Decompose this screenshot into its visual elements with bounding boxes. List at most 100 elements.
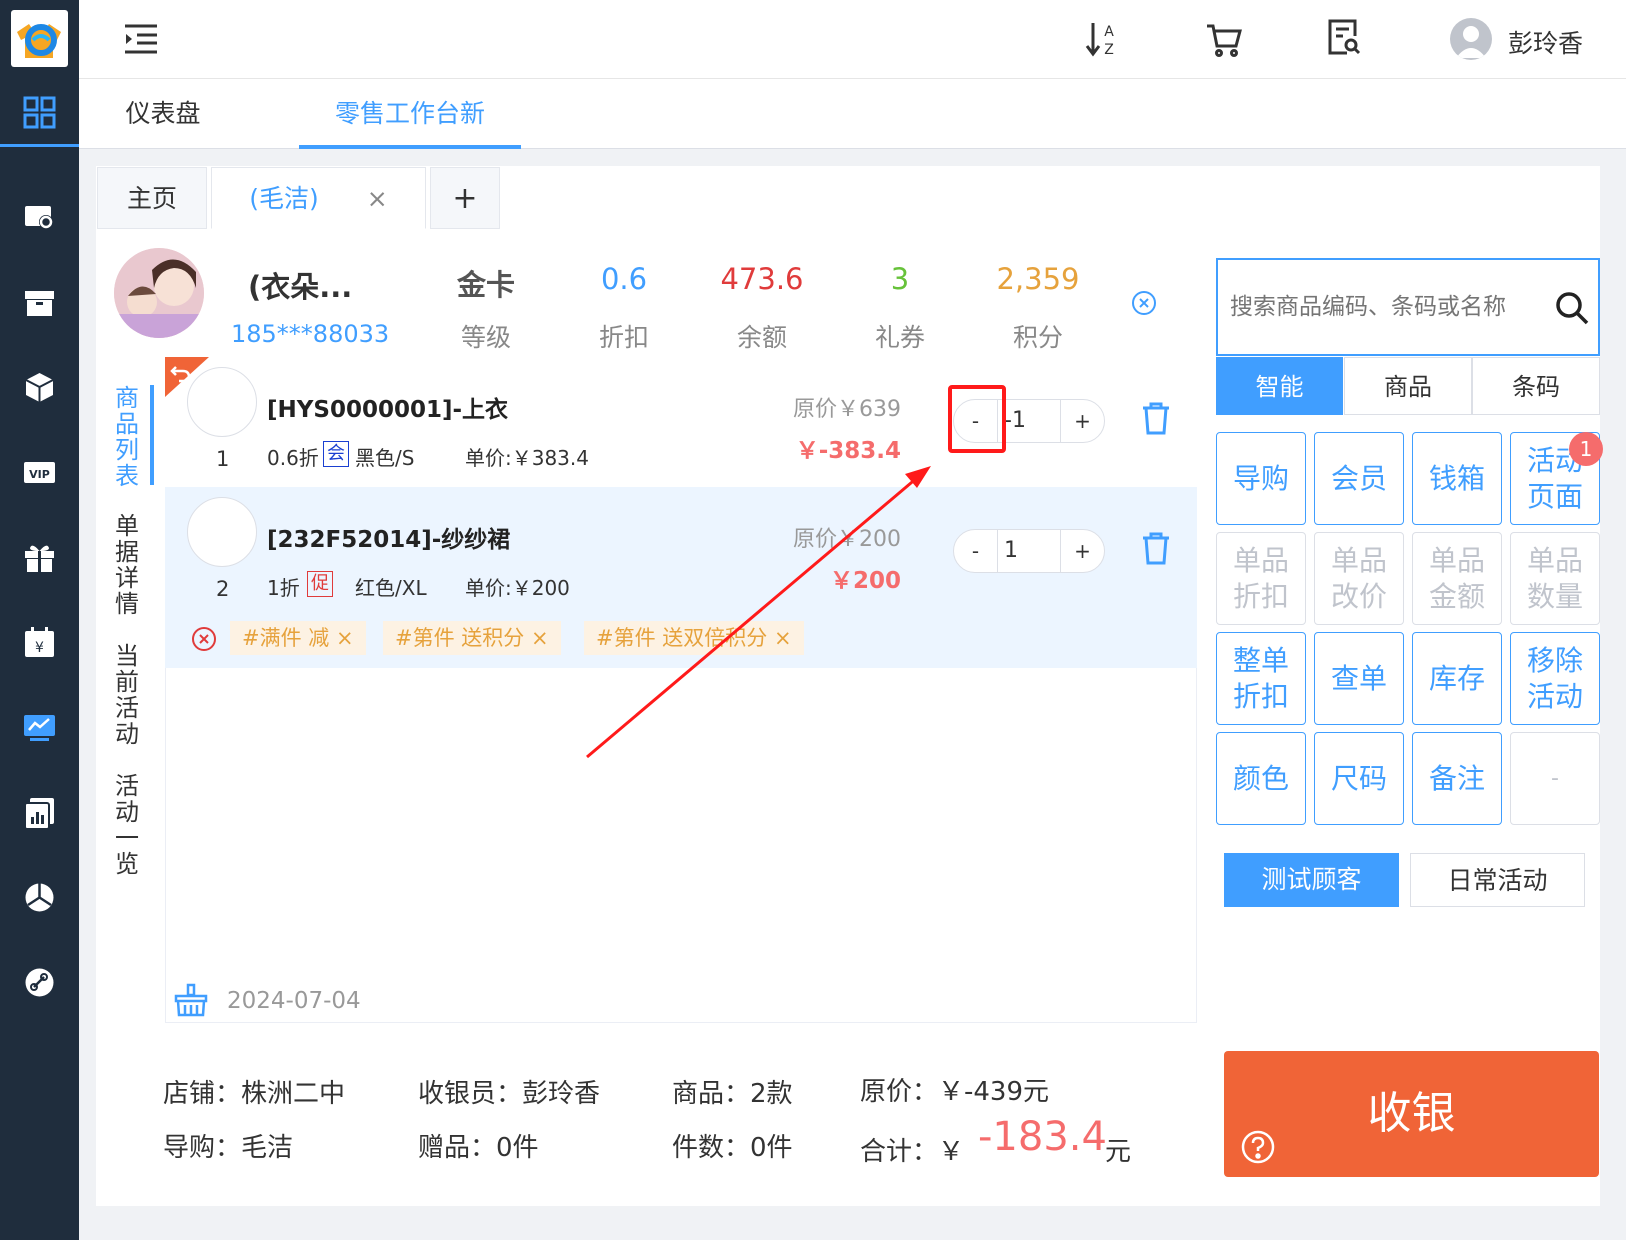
level-value: 金卡: [456, 268, 515, 302]
qty-plus-button[interactable]: +: [1060, 529, 1105, 573]
pie-chart-icon[interactable]: [22, 880, 57, 915]
checkout-label: 收银: [1367, 1088, 1456, 1139]
checkout-button[interactable]: 收银: [1224, 1051, 1599, 1177]
guide-info: 导购：毛洁: [163, 1133, 294, 1163]
settings-monitor-icon[interactable]: [22, 200, 57, 235]
unit-price: 单价:￥200: [465, 576, 570, 600]
balance-value: 473.6: [720, 262, 804, 296]
line-total: ￥200: [829, 568, 901, 594]
inventory-button[interactable]: 库存: [1412, 632, 1502, 725]
mode-smart[interactable]: 智能: [1216, 357, 1343, 415]
qty-minus-button[interactable]: -: [953, 529, 998, 573]
row-index: 2: [216, 577, 230, 601]
vip-icon[interactable]: VIP: [22, 455, 57, 490]
product-discount: 0.6折: [267, 446, 319, 470]
tab-active-underline: [299, 145, 521, 149]
row-index: 1: [216, 447, 230, 471]
tab-retail-workbench[interactable]: 零售工作台新: [299, 79, 521, 149]
package-icon[interactable]: [22, 285, 57, 320]
vtab-product-list[interactable]: 商品列表: [110, 385, 144, 489]
top-header: AZ 彭玲香: [79, 0, 1626, 79]
vtab-current-activity[interactable]: 当前活动: [110, 643, 144, 747]
dashboard-icon[interactable]: [22, 95, 57, 130]
product-search[interactable]: [1216, 258, 1600, 356]
table-row[interactable]: 1 [HYS0000001]-上衣 0.6折 会 黑色/S 单价:￥383.4 …: [165, 357, 1197, 487]
tab-dashboard[interactable]: 仪表盘: [93, 79, 233, 149]
original-price: 原价￥200: [793, 527, 901, 552]
add-tab-button[interactable]: +: [430, 167, 500, 229]
grand-total-label: 合计：￥: [860, 1137, 965, 1167]
order-discount-button[interactable]: 整单折扣: [1216, 632, 1306, 725]
pieces-count: 件数：0件: [672, 1133, 793, 1163]
avatar-icon[interactable]: [1450, 18, 1492, 60]
activity-tag[interactable]: #第件 送积分 ×: [383, 621, 561, 655]
search-input[interactable]: [1230, 284, 1548, 330]
clear-tags-icon[interactable]: [191, 626, 217, 652]
trash-icon[interactable]: [1141, 401, 1171, 435]
menu-indent-icon[interactable]: [123, 22, 159, 56]
svg-text:A: A: [1104, 24, 1114, 40]
help-icon[interactable]: [1240, 1129, 1276, 1165]
qty-input[interactable]: -1: [998, 399, 1060, 443]
qty-plus-button[interactable]: +: [1060, 399, 1105, 443]
report-icon[interactable]: [22, 795, 57, 830]
size-button[interactable]: 尺码: [1314, 732, 1404, 825]
svg-text:Z: Z: [1104, 42, 1114, 58]
member-badge: 会: [323, 441, 349, 467]
customer-phone: 185***88033: [231, 320, 390, 348]
tab-customer[interactable]: (毛洁) ×: [211, 167, 426, 229]
discount-label: 折扣: [598, 323, 649, 352]
cashbox-button[interactable]: 钱箱: [1412, 432, 1502, 525]
qty-input[interactable]: 1: [998, 529, 1060, 573]
member-button[interactable]: 会员: [1314, 432, 1404, 525]
trash-icon[interactable]: [1141, 531, 1171, 565]
color-button[interactable]: 颜色: [1216, 732, 1306, 825]
gifts-count: 赠品：0件: [418, 1133, 539, 1163]
nav-tabs: 仪表盘 零售工作台新: [79, 79, 1626, 149]
item-discount-button[interactable]: 单品折扣: [1216, 532, 1306, 625]
remove-customer-icon[interactable]: [1131, 290, 1157, 316]
gift-icon[interactable]: [22, 540, 57, 575]
guide-button[interactable]: 导购: [1216, 432, 1306, 525]
close-icon[interactable]: ×: [367, 184, 388, 213]
highlight-box: [948, 385, 1006, 453]
basket-icon[interactable]: [173, 983, 209, 1017]
activity-tag[interactable]: #满件 减 ×: [230, 621, 366, 655]
mode-product[interactable]: 商品: [1344, 357, 1472, 415]
item-quantity-button[interactable]: 单品数量: [1510, 532, 1600, 625]
promo-badge: 促: [307, 571, 333, 597]
chart-monitor-icon[interactable]: [22, 710, 57, 745]
search-doc-icon[interactable]: [1327, 18, 1361, 56]
user-name[interactable]: 彭玲香: [1508, 24, 1583, 60]
remark-button[interactable]: 备注: [1412, 732, 1502, 825]
vtab-active-indicator: [150, 385, 154, 485]
activity-tag[interactable]: #第件 送双倍积分 ×: [584, 621, 804, 655]
app-logo[interactable]: [11, 10, 68, 67]
vtab-order-detail[interactable]: 单据详情: [110, 513, 144, 617]
tab-test-customer[interactable]: 测试顾客: [1224, 853, 1399, 907]
query-order-button[interactable]: 查单: [1314, 632, 1404, 725]
level-label: 等级: [460, 323, 511, 352]
vtab-activity-overview[interactable]: 活动一览: [110, 773, 144, 877]
balance-label: 余额: [736, 323, 787, 352]
cube-icon[interactable]: [22, 370, 57, 405]
link-icon[interactable]: [22, 965, 57, 1000]
cart-icon[interactable]: [1205, 22, 1243, 58]
tab-daily-activity[interactable]: 日常活动: [1410, 853, 1585, 907]
remove-activity-button[interactable]: 移除活动: [1510, 632, 1600, 725]
discount-value: 0.6: [600, 262, 648, 296]
mode-barcode[interactable]: 条码: [1472, 357, 1600, 415]
search-icon[interactable]: [1554, 290, 1590, 326]
notification-badge: 1: [1569, 432, 1603, 466]
calendar-yen-icon[interactable]: ¥: [22, 625, 57, 660]
tab-customer-label: (毛洁): [249, 184, 319, 213]
tab-home[interactable]: 主页: [97, 167, 207, 229]
item-amount-button[interactable]: 单品金额: [1412, 532, 1502, 625]
item-reprice-button[interactable]: 单品改价: [1314, 532, 1404, 625]
customer-avatar: [114, 248, 204, 338]
product-name: [HYS0000001]-上衣: [267, 397, 509, 423]
grand-total-value: -183.4: [978, 1114, 1107, 1160]
product-discount: 1折: [267, 576, 300, 600]
points-label: 积分: [1012, 323, 1063, 352]
sort-az-icon[interactable]: AZ: [1085, 20, 1119, 58]
